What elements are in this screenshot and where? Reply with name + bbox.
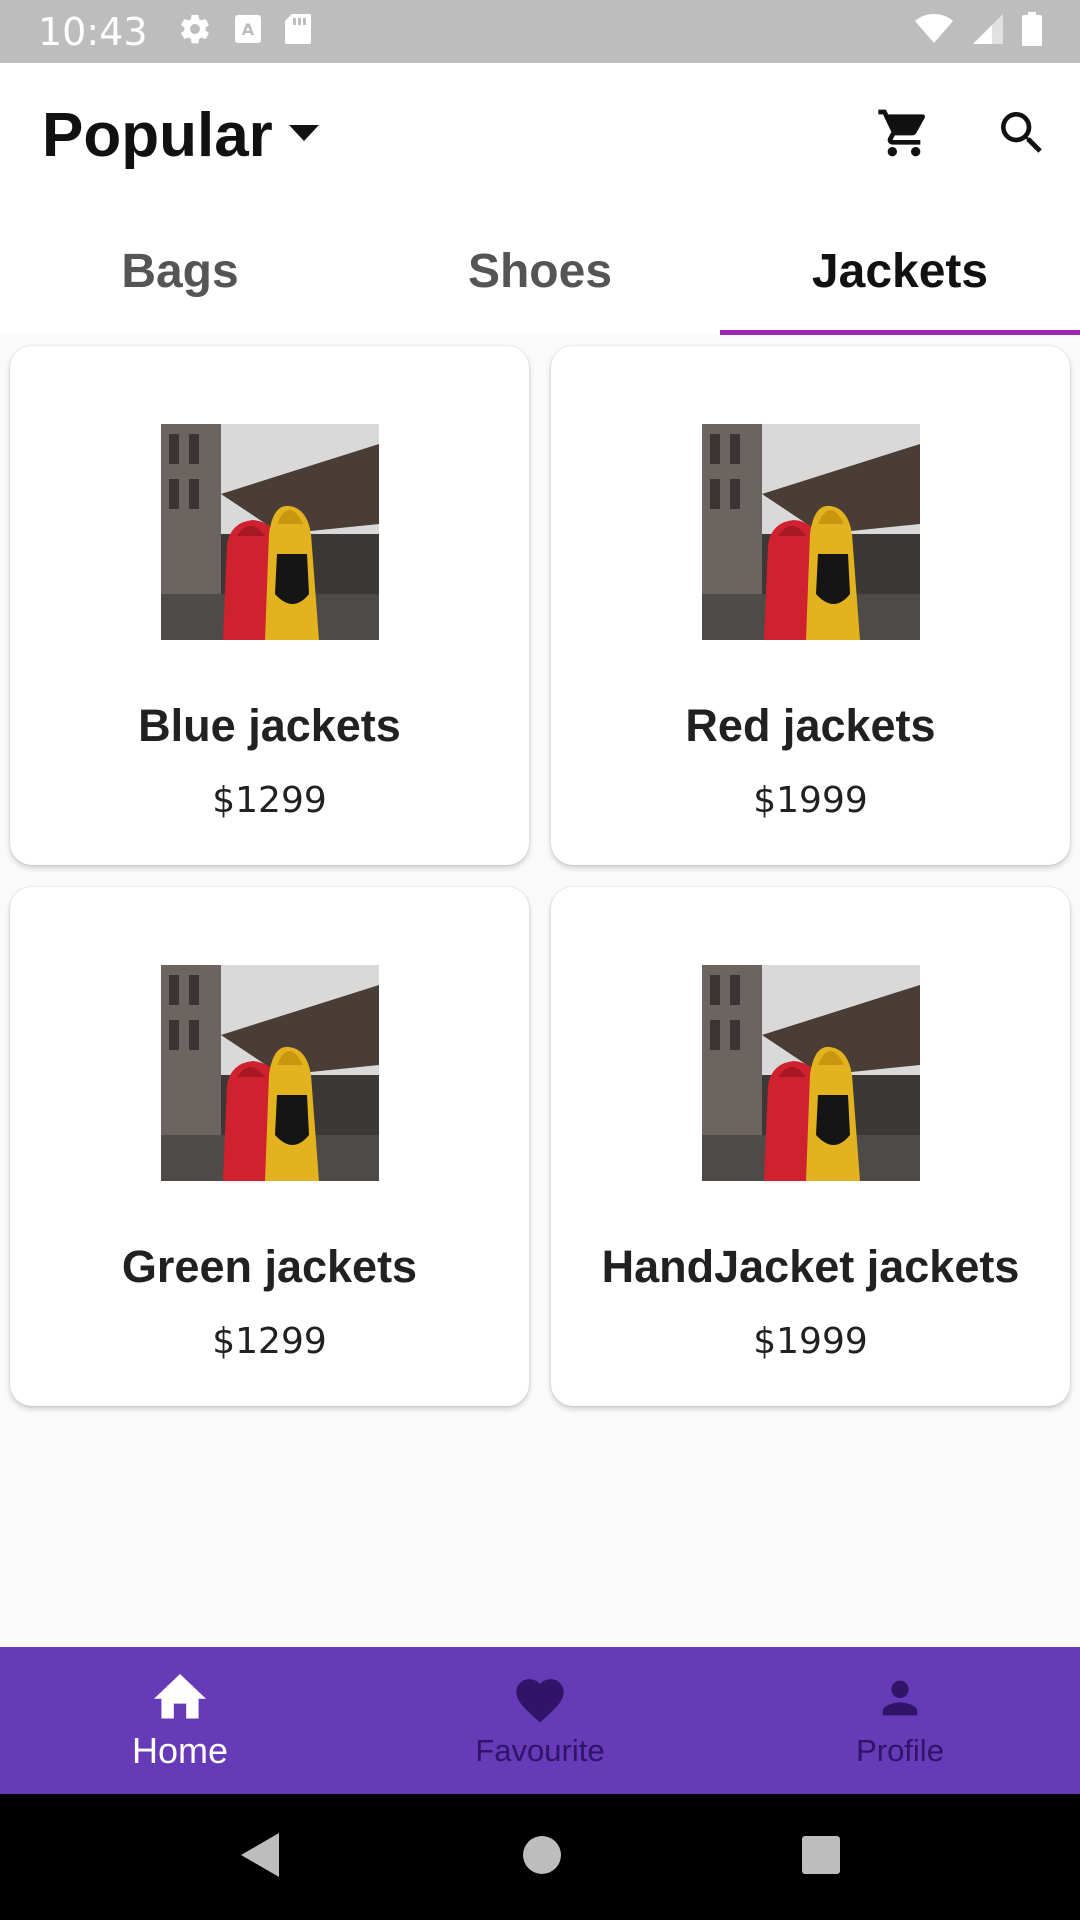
product-price: $1999 [753,1321,868,1362]
dropdown-arrow-icon [288,125,319,146]
product-image [161,965,379,1181]
product-name: Blue jackets [138,700,401,751]
product-grid: Blue jackets $1299 Red jackets $1999 Gre… [10,346,1070,1406]
product-image [702,965,920,1181]
system-navigation-bar [0,1794,1080,1920]
home-circle-icon[interactable] [522,1835,562,1880]
product-price: $1299 [212,1321,327,1362]
category-tabs: Bags Shoes Jackets [0,208,1080,335]
page-title: Popular [42,101,273,170]
product-card[interactable]: HandJacket jackets $1999 [551,887,1070,1406]
nav-item-favourite[interactable]: Favourite [360,1647,720,1794]
product-image [702,424,920,640]
cart-icon[interactable] [876,105,932,166]
product-card[interactable]: Red jackets $1999 [551,346,1070,865]
person-icon [874,1672,926,1729]
product-image [161,424,379,640]
product-price: $1999 [753,780,868,821]
nav-item-home[interactable]: Home [0,1647,360,1794]
product-name: Red jackets [685,700,936,751]
product-card[interactable]: Blue jackets $1299 [10,346,529,865]
search-icon[interactable] [994,105,1050,166]
bottom-navigation: Home Favourite Profile [0,1647,1080,1794]
settings-icon [178,12,212,51]
home-icon [150,1669,210,1726]
product-card[interactable]: Green jackets $1299 [10,887,529,1406]
tab-jackets[interactable]: Jackets [720,208,1080,335]
back-icon[interactable] [239,1831,283,1884]
keyboard-a-icon: A [234,14,262,49]
product-name: HandJacket jackets [601,1241,1020,1292]
product-price: $1299 [212,780,327,821]
app-bar: Popular [0,63,1080,208]
nav-item-profile[interactable]: Profile [720,1647,1080,1794]
nav-label-profile: Profile [856,1733,944,1768]
sd-card-icon [284,13,312,50]
category-dropdown[interactable]: Popular [42,100,319,171]
wifi-icon [914,13,954,50]
tab-bags[interactable]: Bags [0,208,360,335]
product-name: Green jackets [121,1241,418,1292]
tab-shoes[interactable]: Shoes [360,208,720,335]
signal-icon [972,13,1004,50]
heart-icon [511,1672,569,1729]
svg-text:A: A [241,20,254,39]
battery-icon [1022,12,1042,51]
nav-label-favourite: Favourite [475,1733,605,1768]
nav-label-home: Home [131,1730,229,1771]
status-time: 10:43 [38,9,148,54]
status-bar: 10:43 A [0,0,1080,63]
recents-icon[interactable] [801,1835,841,1880]
